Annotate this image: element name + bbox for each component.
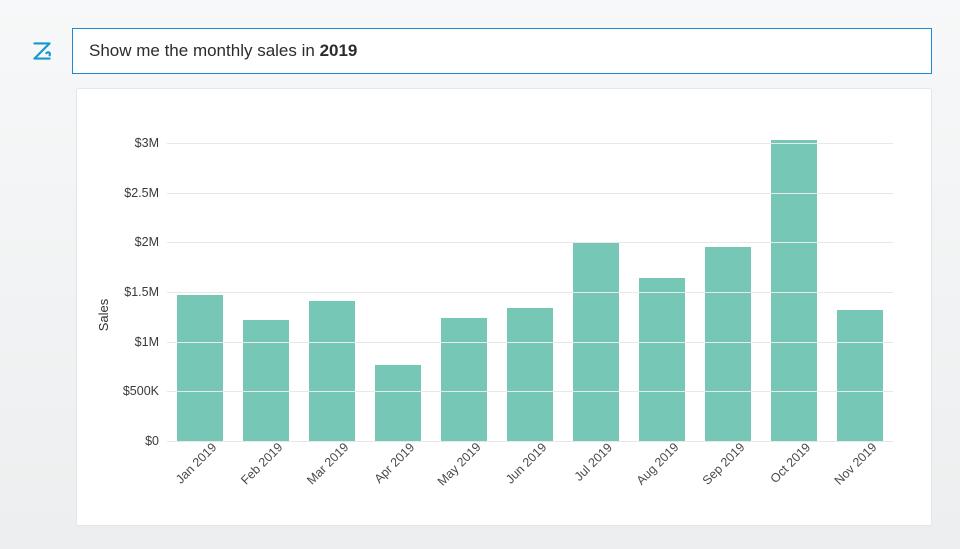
bar[interactable] (507, 308, 553, 441)
x-tick-label: Jun 2019 (503, 440, 549, 486)
x-tick-label: Nov 2019 (832, 440, 880, 488)
gridline (167, 193, 893, 194)
bar[interactable] (771, 140, 817, 441)
y-tick-label: $2M (105, 235, 159, 249)
query-text-prefix: Show me the monthly sales in (89, 41, 320, 60)
y-tick-label: $1M (105, 335, 159, 349)
gridline (167, 242, 893, 243)
query-text-bold: 2019 (320, 41, 358, 60)
y-tick-label: $500K (105, 384, 159, 398)
bar[interactable] (375, 365, 421, 441)
bar[interactable] (837, 310, 883, 441)
bars-layer (167, 123, 893, 441)
gridline (167, 143, 893, 144)
x-tick-label: Feb 2019 (239, 440, 286, 487)
zia-logo-icon (28, 37, 56, 65)
bar[interactable] (705, 247, 751, 441)
bar[interactable] (441, 318, 487, 441)
bar[interactable] (177, 295, 223, 441)
bar[interactable] (639, 278, 685, 441)
y-axis-label: Sales (96, 299, 111, 332)
y-tick-label: $3M (105, 136, 159, 150)
bar[interactable] (243, 320, 289, 441)
x-tick-label: May 2019 (435, 440, 484, 489)
query-row: Show me the monthly sales in 2019 (28, 28, 932, 74)
x-tick-label: Jul 2019 (572, 440, 615, 483)
gridline (167, 342, 893, 343)
x-tick-label: Sep 2019 (700, 440, 748, 488)
gridline (167, 391, 893, 392)
x-tick-label: Aug 2019 (634, 440, 682, 488)
chart-plot-area: $0$500K$1M$1.5M$2M$2.5M$3MJan 2019Feb 20… (167, 123, 893, 441)
bar[interactable] (309, 301, 355, 441)
x-tick-label: Apr 2019 (372, 440, 418, 486)
gridline (167, 292, 893, 293)
y-tick-label: $0 (105, 434, 159, 448)
y-tick-label: $1.5M (105, 285, 159, 299)
query-input[interactable]: Show me the monthly sales in 2019 (72, 28, 932, 74)
x-tick-label: Oct 2019 (768, 440, 814, 486)
app-frame: Show me the monthly sales in 2019 Sales … (0, 0, 960, 549)
y-tick-label: $2.5M (105, 186, 159, 200)
chart-card: Sales $0$500K$1M$1.5M$2M$2.5M$3MJan 2019… (76, 88, 932, 526)
x-tick-label: Mar 2019 (305, 440, 352, 487)
x-tick-label: Jan 2019 (173, 440, 219, 486)
chart-wrap: Sales $0$500K$1M$1.5M$2M$2.5M$3MJan 2019… (87, 113, 913, 517)
